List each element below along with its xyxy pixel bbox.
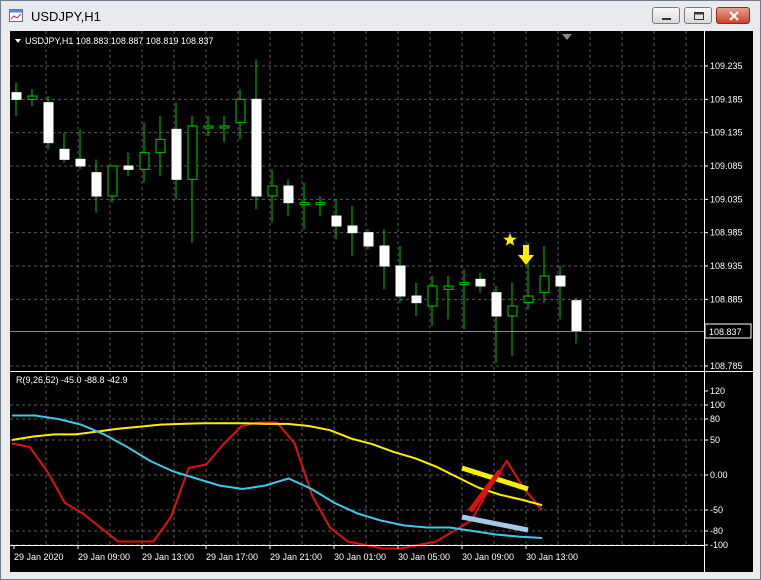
candle-body [555,275,566,287]
chart-canvas[interactable]: 108.837 USDJPY,H1 108.883 108.887 108.81… [10,31,753,572]
star-marker-icon [503,233,517,246]
time-tick-label: 29 Jan 21:00 [270,552,322,562]
candle-body [11,92,22,100]
indicator-tick-label: -50 [710,505,723,515]
candle-body [59,148,70,160]
price-tick-label: 109.135 [710,128,743,138]
price-tick-label: 108.785 [710,361,743,371]
price-tick-label: 109.235 [710,61,743,71]
candle-body [27,95,38,100]
candle-body [395,265,406,297]
time-tick-label: 30 Jan 05:00 [398,552,450,562]
chart-window-icon [9,9,23,22]
chart-window: USDJPY,H1 108.837 USDJPY,H1 108.883 108.… [0,0,761,580]
candle-body [571,300,582,332]
indicator-axis-ticks: 120 100 80 50 0.00 -50 -80 -100 [704,386,728,550]
close-icon [729,11,739,21]
time-tick-label: 29 Jan 09:00 [78,552,130,562]
candle-body [411,295,422,304]
price-tick-label: 109.085 [710,161,743,171]
candle-body [379,245,390,267]
candle-body [459,282,470,286]
indicator-tick-label: -100 [710,540,728,550]
chart-grid [10,31,704,546]
price-tick-label: 108.885 [710,294,743,304]
down-arrow-marker-icon [518,245,534,265]
header-dropdown-icon[interactable] [15,39,21,43]
window-title: USDJPY,H1 [31,9,101,24]
candle-body [475,278,486,287]
candle-body [219,125,230,129]
indicator-tick-label: 0.00 [710,470,728,480]
candle-body [155,138,166,154]
minimize-button[interactable] [652,7,680,24]
candle-body [363,232,374,247]
candle-body [427,285,438,307]
price-tick-label: 108.935 [710,261,743,271]
candle-body [315,202,326,206]
maximize-icon [694,12,704,20]
time-tick-label: 30 Jan 13:00 [526,552,578,562]
maximize-button[interactable] [684,7,712,24]
candle-body [251,98,262,197]
indicator-tick-label: 120 [710,386,725,396]
indicator-header: R(9,26,52) -45.0 -88.8 -42.9 [16,375,128,385]
current-price-label: 108.837 [709,327,742,337]
chart-shift-marker-icon[interactable] [562,34,572,40]
price-tick-label: 109.035 [710,194,743,204]
candle-body [299,202,310,206]
price-tick-label: 109.185 [710,94,743,104]
close-button[interactable] [716,7,750,24]
candle-body [539,275,550,294]
time-tick-label: 29 Jan 13:00 [142,552,194,562]
minimize-icon [662,18,671,20]
candle-body [203,125,214,129]
candle-body [523,295,534,304]
price-header: USDJPY,H1 108.883 108.887 108.819 108.83… [25,36,214,46]
candle-body [139,152,150,170]
candle-body [347,225,358,234]
time-tick-label: 29 Jan 2020 [14,552,64,562]
candlestick-series [11,59,582,363]
indicator-tick-label: -80 [710,526,723,536]
time-tick-label: 30 Jan 01:00 [334,552,386,562]
indicator-tick-label: 50 [710,435,720,445]
candle-body [491,292,502,317]
candle-body [187,125,198,180]
trendline-light-blue[interactable] [461,514,529,533]
time-tick-label: 30 Jan 09:00 [462,552,514,562]
candle-body [283,185,294,204]
candle-body [267,185,278,197]
candle-body [91,172,102,197]
candle-body [507,305,518,317]
indicator-tick-label: 80 [710,414,720,424]
candle-body [107,165,118,197]
candle-body [443,285,454,290]
title-bar[interactable]: USDJPY,H1 [1,1,760,31]
candle-body [171,128,182,180]
candle-body [75,158,86,167]
price-tick-label: 108.985 [710,228,743,238]
indicator-tick-label: 100 [710,400,725,410]
candle-body [123,165,134,170]
candle-body [43,102,54,144]
candle-body [331,215,342,227]
chart-area[interactable]: 108.837 USDJPY,H1 108.883 108.887 108.81… [10,31,753,572]
candle-body [235,98,246,124]
time-axis-ticks: 29 Jan 2020 29 Jan 09:00 29 Jan 13:00 29 Ja… [13,545,578,562]
time-tick-label: 29 Jan 17:00 [206,552,258,562]
